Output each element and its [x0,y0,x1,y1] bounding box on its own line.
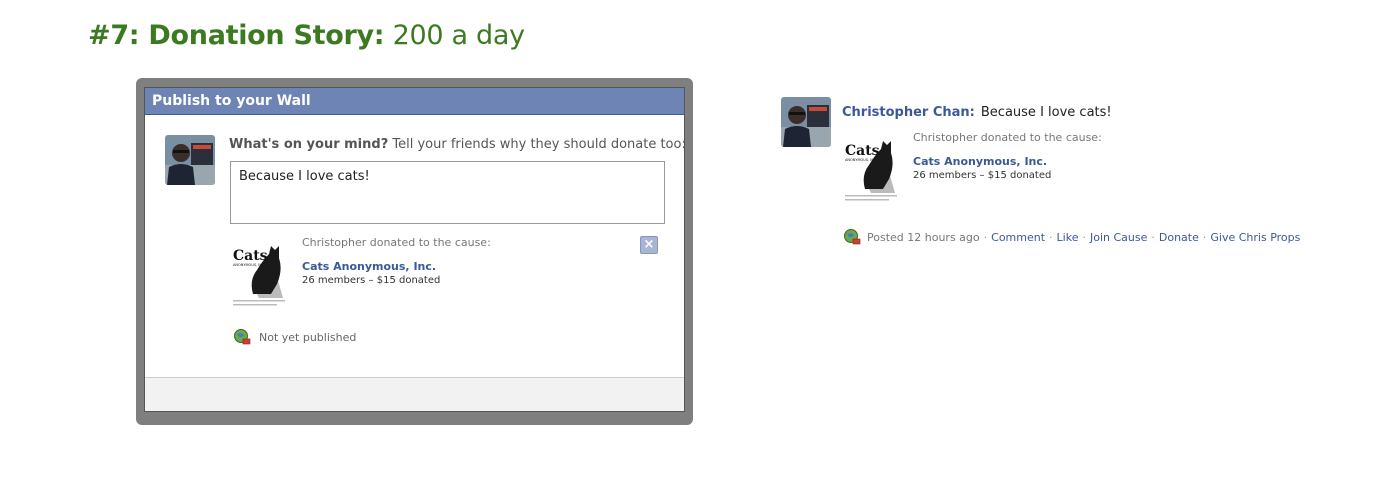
feed-author-link[interactable]: Christopher Chan: [842,105,975,120]
publish-status: Not yet published [259,330,357,344]
message-input[interactable]: Because I love cats! [230,161,665,224]
cause-stats: 26 members – $15 donated [302,275,441,286]
cause-logo[interactable]: Cats ANONYMOUS, INC. [843,131,903,206]
page-title-rest: 200 a day [392,20,526,51]
cause-link[interactable]: Cats Anonymous, Inc. [913,155,1102,168]
remove-attachment-button[interactable]: × [640,236,658,254]
dialog-header: Publish to your Wall [145,88,684,115]
svg-text:Cats: Cats [845,143,880,159]
page-title-strong: #7: Donation Story: [88,20,385,51]
publish-dialog-frame: Publish to your Wall What's on your mind… [136,78,693,425]
feed-attachment: Christopher donated to the cause: Cats A… [913,131,1102,181]
publish-dialog: Publish to your Wall What's on your mind… [144,87,686,412]
page-title: #7: Donation Story: 200 a day [88,20,525,51]
avatar [165,135,215,185]
globe-icon [234,329,251,345]
join-cause-link[interactable]: Join Cause [1090,231,1147,244]
like-link[interactable]: Like [1057,231,1079,244]
svg-text:Cats: Cats [233,248,268,264]
cause-logo: Cats ANONYMOUS, INC. [231,236,291,311]
posted-time: Posted 12 hours ago [867,230,980,244]
prompt-bold: What's on your mind? [229,137,389,152]
comment-link[interactable]: Comment [991,231,1045,244]
cause-link[interactable]: Cats Anonymous, Inc. [302,260,491,273]
globe-icon [844,229,861,245]
feed-actions: Posted 12 hours ago · Comment · Like · J… [843,228,1300,246]
donated-line: Christopher donated to the cause: [913,131,1102,144]
feed-story: Christopher Chan: Because I love cats! Ca… [781,97,1341,257]
dialog-footer [145,377,684,411]
prompt-rest: Tell your friends why they should donate… [392,137,686,152]
cause-stats: 26 members – $15 donated [913,170,1052,181]
status-row: Not yet published [233,328,356,346]
donate-link[interactable]: Donate [1159,231,1199,244]
cause-attachment: Cats ANONYMOUS, INC. Christopher donated… [231,236,661,316]
feed-message: Because I love cats! [980,105,1112,120]
svg-text:ANONYMOUS, INC.: ANONYMOUS, INC. [845,158,878,162]
feed-headline: Christopher Chan: Because I love cats! [842,101,1112,120]
donated-line: Christopher donated to the cause: [302,236,491,249]
prompt-text: What's on your mind? Tell your friends w… [229,137,686,152]
svg-text:ANONYMOUS, INC.: ANONYMOUS, INC. [233,263,266,267]
give-props-link[interactable]: Give Chris Props [1210,231,1300,244]
avatar[interactable] [781,97,831,147]
